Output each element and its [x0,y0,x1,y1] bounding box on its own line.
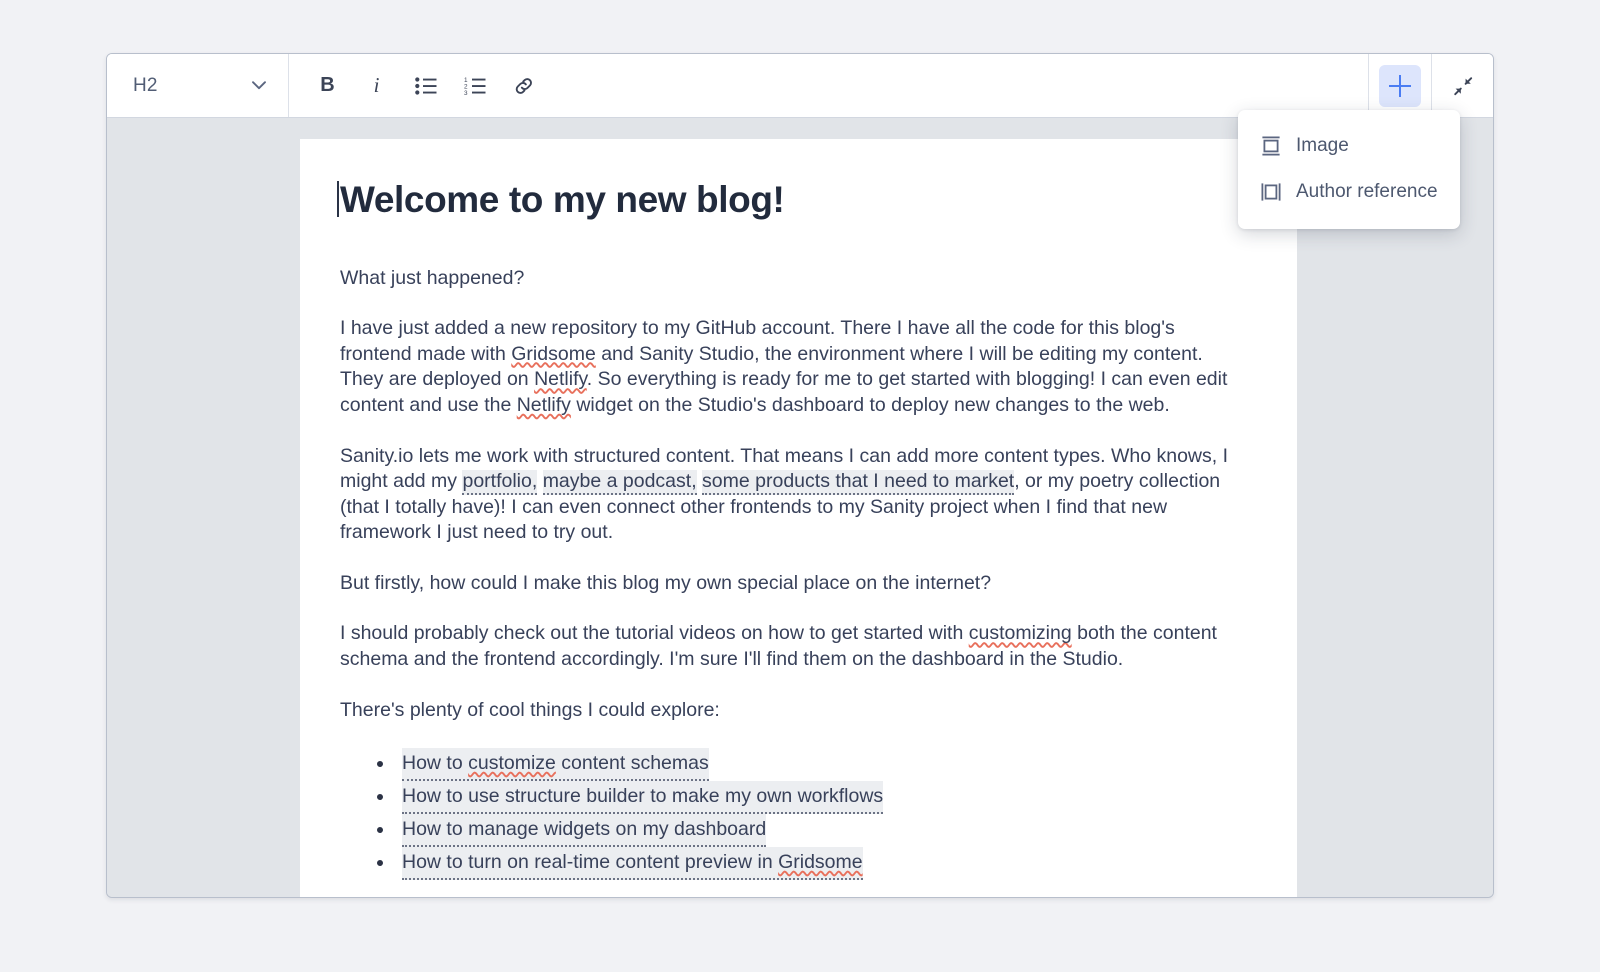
editor-toolbar: H2 B i 1 2 3 [107,54,1493,127]
annotation-list-2[interactable]: How to use structure builder to make my … [402,781,884,815]
block-style-select[interactable]: H2 [107,54,289,117]
paragraph-2: I have just added a new repository to my… [340,316,1239,418]
insert-block-cell [1369,54,1431,127]
annotation-list-3[interactable]: How to manage widgets on my dashboard [402,814,767,848]
menu-item-image-label: Image [1296,135,1349,156]
paragraph-5: I should probably check out the tutorial… [340,621,1239,672]
numbered-list-icon: 1 2 3 [464,77,485,96]
insert-block-button[interactable] [1379,64,1421,107]
paragraph-2-part-d: widget on the Studio's dashboard to depl… [570,393,1170,416]
svg-text:3: 3 [464,90,468,96]
block-style-value: H2 [133,74,158,96]
menu-item-author-reference[interactable]: Author reference [1238,169,1460,215]
misspelled-word: Gridsome [778,851,863,874]
bold-button[interactable]: B [303,61,352,110]
text-caret [337,181,339,217]
bold-icon: B [320,74,335,96]
annotation-list-4[interactable]: How to turn on real-time content preview… [402,847,863,881]
annotation-list-1[interactable]: How to customize content schemas [402,748,709,782]
menu-item-image[interactable]: Image [1238,123,1460,169]
misspelled-word-gridsome: Gridsome [511,342,596,365]
annotation-portfolio[interactable]: portfolio, [462,470,538,496]
annotation-podcast[interactable]: maybe a podcast, [542,470,697,496]
app-root: H2 B i 1 2 3 Welcome to my new blog! Wha… [0,0,1600,972]
link-button[interactable] [499,61,548,110]
collapse-arrows-icon [1453,76,1472,95]
list-item: How to turn on real-time content preview… [377,847,1239,881]
misspelled-word-netlify-2: Netlify [516,393,571,416]
collapse-editor-cell[interactable] [1431,54,1493,117]
image-block-icon [1262,136,1280,156]
paragraph-5-part-a: I should probably check out the tutorial… [340,622,969,645]
paragraph-1: What just happened? [340,266,1239,292]
list-item: How to manage widgets on my dashboard [377,814,1239,848]
link-icon [515,77,532,94]
misspelled-word-customizing: customizing [968,622,1072,645]
plus-icon [1389,74,1411,97]
editor-canvas: Welcome to my new blog! What just happen… [107,118,1493,897]
insert-block-menu: Image Author reference [1238,110,1460,229]
bullet-list-button[interactable] [401,61,450,110]
page-title: Welcome to my new blog! [337,179,1239,222]
page-title-text: Welcome to my new blog! [340,179,785,220]
bullet-list-icon [414,76,436,95]
paragraph-4: But firstly, how could I make this blog … [340,571,1239,597]
paragraph-4-text: But firstly, how could I make this blog … [340,571,992,594]
misspelled-word: customize [468,752,556,775]
paragraph-6: There's plenty of cool things I could ex… [340,698,1239,724]
space-1 [537,470,542,492]
italic-button[interactable]: i [352,61,401,110]
misspelled-word-netlify-1: Netlify [534,368,587,391]
italic-icon: i [373,73,380,97]
document-page[interactable]: Welcome to my new blog! What just happen… [300,139,1297,897]
reference-block-icon [1261,183,1281,201]
menu-item-author-reference-label: Author reference [1296,181,1438,202]
list-item: How to customize content schemas [377,748,1239,782]
chevron-down-icon [252,81,266,90]
numbered-list-button[interactable]: 1 2 3 [450,61,499,110]
annotation-products[interactable]: some products that I need to market [702,470,1015,496]
paragraph-1-text: What just happened? [340,266,525,289]
formatting-tools: B i 1 2 3 [289,54,1368,117]
list-item: How to use structure builder to make my … [377,781,1239,815]
paragraph-3: Sanity.io lets me work with structured c… [340,444,1239,546]
document-list: How to customize content schemas How to … [340,748,1239,881]
paragraph-6-text: There's plenty of cool things I could ex… [340,698,720,721]
toolbar-right-actions [1368,54,1493,127]
